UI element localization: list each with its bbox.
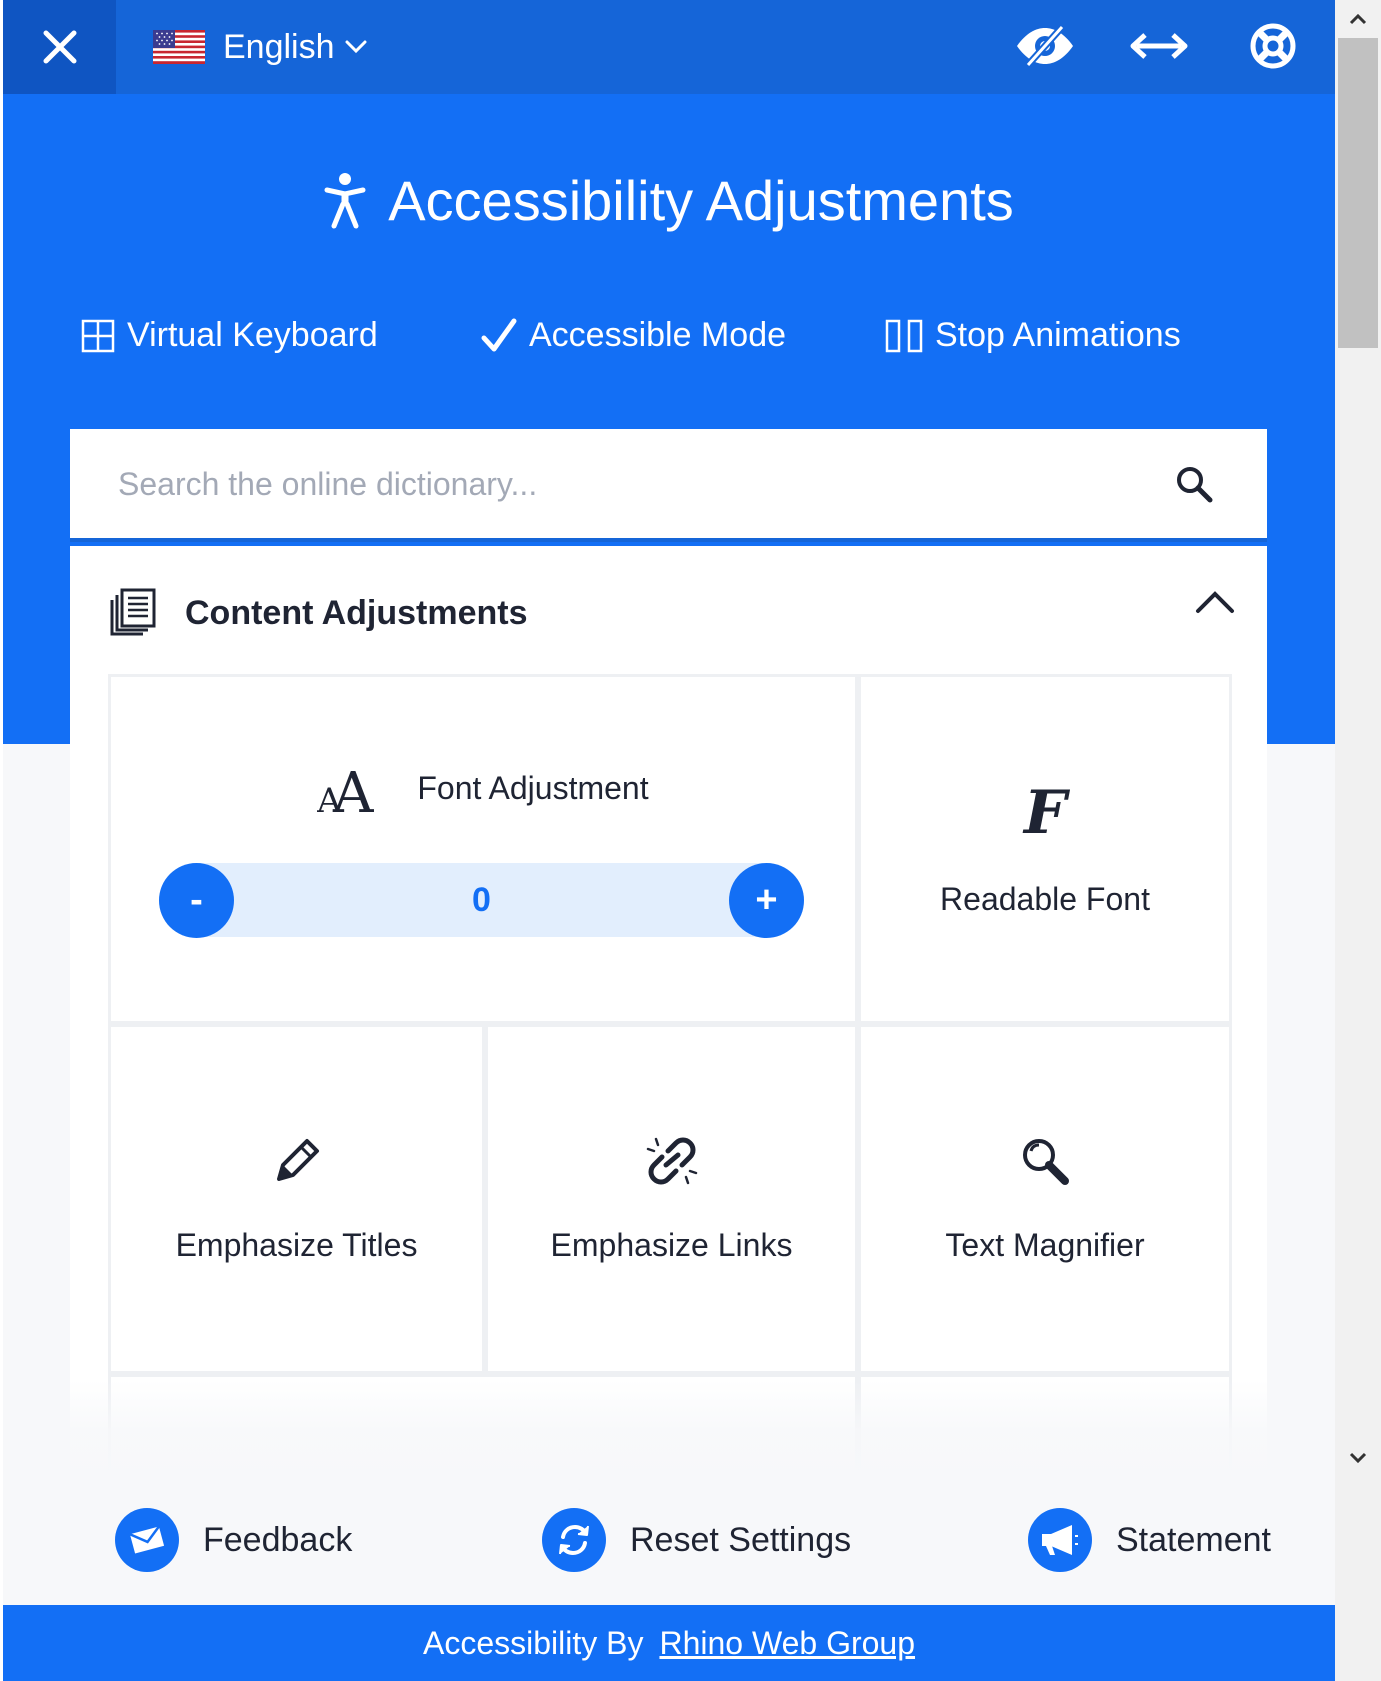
close-icon: [43, 30, 76, 64]
emphasize-links-tile[interactable]: Emphasize Links: [485, 1024, 858, 1374]
font-adjustment-header: A A Font Adjustment: [111, 762, 855, 814]
emphasize-titles-tile[interactable]: Emphasize Titles: [108, 1024, 485, 1374]
chevron-down-icon: [1349, 1452, 1367, 1464]
pencil-icon: [276, 1138, 319, 1181]
accessible-mode-button[interactable]: Accessible Mode: [481, 316, 786, 355]
stop-animations-label: Stop Animations: [935, 316, 1181, 354]
scroll-down-button[interactable]: [1345, 1445, 1371, 1471]
accessibility-person-icon: [324, 172, 366, 228]
font-adjustment-tile: A A Font Adjustment 0 - +: [108, 674, 858, 1024]
scroll-fade: [3, 1380, 1335, 1480]
content-adjustments-header[interactable]: Content Adjustments: [70, 546, 1267, 676]
statement-button[interactable]: Statement: [1028, 1508, 1271, 1572]
content-adjustments-title: Content Adjustments: [185, 594, 528, 632]
language-selector[interactable]: English: [153, 22, 367, 72]
feedback-icon-circle: [115, 1508, 179, 1572]
svg-text:A: A: [332, 762, 374, 814]
keyboard-grid-icon: [81, 319, 115, 352]
magnifier-icon: [1023, 1138, 1069, 1185]
reset-icon-circle: [542, 1508, 606, 1572]
top-toolbar: [1013, 18, 1305, 74]
emphasize-titles-label: Emphasize Titles: [175, 1226, 418, 1263]
help-button[interactable]: [1241, 18, 1305, 74]
checkmark-icon: [481, 318, 517, 351]
statement-icon-circle: [1028, 1508, 1092, 1572]
chevron-up-icon: [1196, 591, 1234, 613]
accessible-mode-label: Accessible Mode: [529, 316, 787, 354]
hide-interface-icon: [1017, 25, 1073, 67]
newspaper-icon: [110, 588, 156, 636]
dictionary-search: [70, 429, 1267, 542]
envelope-icon: [129, 1525, 165, 1554]
font-adjustment-label: Font Adjustment: [417, 769, 649, 806]
page-title-text: Accessibility Adjustments: [388, 169, 1014, 232]
accessibility-panel: English Accessibility Adjustments Virtua…: [3, 0, 1335, 1681]
readable-font-icon: F: [1022, 781, 1070, 841]
oversize-widget-button[interactable]: [1127, 18, 1191, 74]
decrease-font-button[interactable]: -: [159, 863, 234, 938]
feedback-button[interactable]: Feedback: [115, 1508, 352, 1572]
pause-icon: [885, 319, 923, 352]
quick-actions: Virtual Keyboard Accessible Mode Stop An…: [3, 316, 1335, 376]
scroll-up-button[interactable]: [1345, 6, 1371, 32]
bottom-actions: Feedback Reset Settings Statement: [3, 1480, 1335, 1605]
reset-settings-button[interactable]: Reset Settings: [542, 1508, 851, 1572]
close-button[interactable]: [3, 0, 116, 94]
footer: Accessibility By Rhino Web Group: [3, 1605, 1335, 1681]
link-icon: [646, 1137, 697, 1184]
svg-text:F: F: [1022, 781, 1070, 841]
oversize-widget-icon: [1130, 33, 1188, 59]
feedback-label: Feedback: [203, 1520, 353, 1559]
text-magnifier-tile[interactable]: Text Magnifier: [858, 1024, 1232, 1374]
page-title: Accessibility Adjustments: [3, 168, 1335, 233]
hide-interface-button[interactable]: [1013, 18, 1077, 74]
refresh-icon: [559, 1524, 589, 1556]
search-button[interactable]: [1169, 459, 1219, 509]
virtual-keyboard-button[interactable]: Virtual Keyboard: [81, 316, 378, 355]
search-input[interactable]: [118, 459, 1118, 509]
megaphone-icon: [1042, 1525, 1078, 1555]
readable-font-tile[interactable]: F Readable Font: [858, 674, 1232, 1024]
readable-font-label: Readable Font: [940, 880, 1150, 917]
help-lifebuoy-icon: [1250, 23, 1296, 69]
scrollbar[interactable]: [1335, 0, 1381, 1681]
text-magnifier-label: Text Magnifier: [945, 1226, 1145, 1263]
chevron-up-icon: [1349, 13, 1367, 25]
stop-animations-button[interactable]: Stop Animations: [885, 316, 1181, 355]
increase-font-button[interactable]: +: [729, 863, 804, 938]
font-size-stepper: 0 - +: [159, 863, 804, 938]
footer-prefix: Accessibility By: [422, 1624, 644, 1661]
font-size-value: 0: [472, 880, 491, 919]
scroll-thumb[interactable]: [1338, 38, 1378, 348]
emphasize-links-label: Emphasize Links: [550, 1226, 793, 1263]
top-bar: English: [3, 0, 1335, 94]
statement-label: Statement: [1116, 1520, 1271, 1559]
virtual-keyboard-label: Virtual Keyboard: [127, 316, 378, 354]
reset-settings-label: Reset Settings: [630, 1520, 852, 1559]
footer-link[interactable]: Rhino Web Group: [659, 1625, 915, 1662]
us-flag-icon: [153, 30, 205, 64]
chevron-down-icon: [345, 40, 367, 54]
search-icon: [1177, 467, 1213, 503]
language-label: English: [223, 27, 335, 66]
font-size-icon: A A: [317, 762, 374, 814]
